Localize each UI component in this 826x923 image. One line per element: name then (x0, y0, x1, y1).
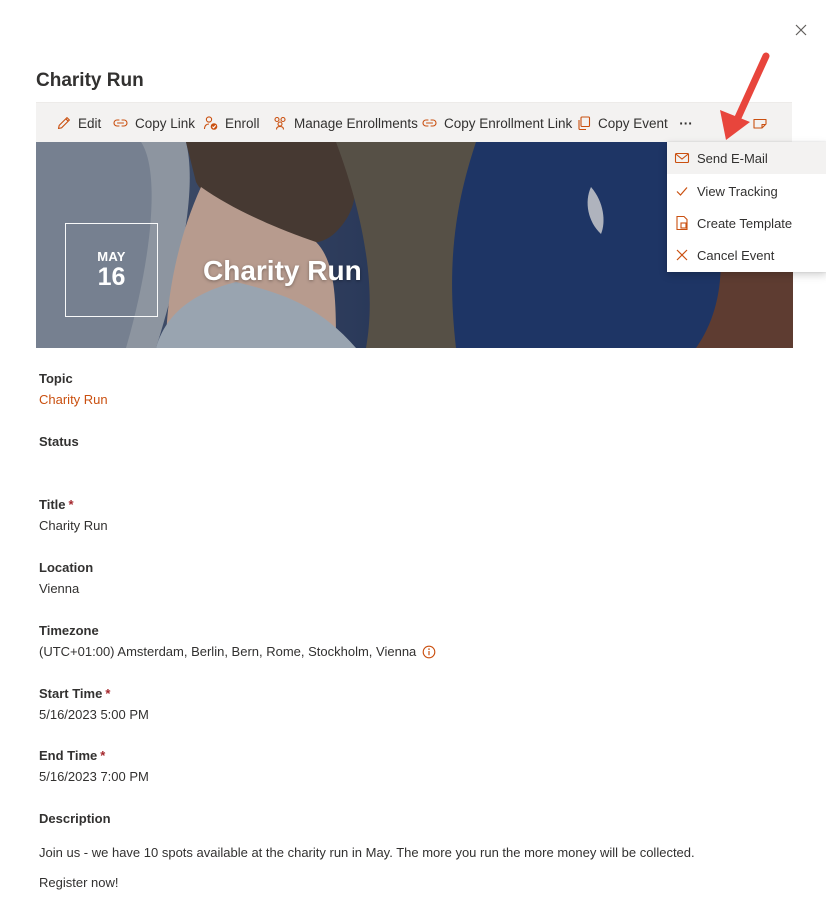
location-value: Vienna (39, 581, 80, 596)
more-icon: ··· (679, 115, 693, 131)
date-day: 16 (97, 263, 126, 291)
timezone-value: (UTC+01:00) Amsterdam, Berlin, Bern, Rom… (39, 644, 417, 659)
title-value: Charity Run (39, 518, 108, 533)
more-actions-menu: Send E-Mail View Tracking Create Templat… (667, 142, 826, 272)
copy-enrollment-link-button[interactable]: Copy Enrollment Link (421, 103, 572, 143)
required-marker: * (105, 686, 111, 701)
command-bar: Edit Copy Link Enroll Manage Enrollments… (36, 102, 792, 142)
person-check-icon (203, 116, 218, 130)
cancel-icon (676, 249, 688, 261)
description-field: Description (39, 810, 111, 828)
timezone-field: Timezone (UTC+01:00) Amsterdam, Berlin, … (39, 622, 436, 661)
description-paragraph: Register now! (39, 875, 119, 890)
page-title: Charity Run (36, 70, 144, 91)
menu-item-label: Create Template (697, 215, 793, 231)
menu-item-label: Cancel Event (697, 247, 775, 263)
topic-label: Topic (39, 371, 73, 386)
pencil-icon (57, 117, 70, 130)
banner-title: Charity Run (203, 255, 362, 286)
copy-link-button[interactable]: Copy Link (112, 103, 195, 143)
link-icon (113, 119, 128, 127)
people-icon (274, 116, 286, 130)
mail-icon (674, 152, 690, 164)
more-button[interactable]: ··· (676, 103, 696, 143)
date-badge: MAY 16 (65, 223, 158, 317)
info-icon[interactable] (422, 645, 436, 659)
end-time-field: End Time * 5/16/2023 7:00 PM (39, 747, 149, 786)
copy-enrollment-link-label: Copy Enrollment Link (444, 115, 573, 131)
enroll-button[interactable]: Enroll (203, 103, 260, 143)
check-icon (676, 187, 688, 196)
topic-field: Topic Charity Run (39, 370, 108, 409)
description-paragraph: Join us - we have 10 spots available at … (39, 845, 695, 860)
status-label: Status (39, 434, 79, 449)
start-time-label: Start Time * (39, 686, 111, 701)
manage-enrollments-label: Manage Enrollments (294, 115, 418, 131)
copy-link-label: Copy Link (135, 115, 196, 131)
copy-event-label: Copy Event (598, 115, 668, 131)
description-label: Description (39, 811, 111, 826)
end-time-label: End Time * (39, 748, 106, 763)
date-month: MAY (97, 249, 126, 264)
location-label: Location (39, 560, 94, 575)
menu-item-label: Send E-Mail (697, 150, 768, 166)
required-marker: * (68, 497, 74, 512)
title-label: Title * (39, 497, 74, 512)
menu-item-create-template[interactable]: Create Template (667, 207, 826, 239)
close-button[interactable] (791, 20, 811, 40)
enroll-label: Enroll (225, 115, 260, 131)
title-field: Title * Charity Run (39, 496, 108, 535)
note-icon (753, 118, 767, 129)
menu-item-send-email[interactable]: Send E-Mail (667, 142, 826, 174)
manage-enrollments-button[interactable]: Manage Enrollments (272, 103, 418, 143)
copy-event-button[interactable]: Copy Event (576, 103, 668, 143)
start-time-value: 5/16/2023 5:00 PM (39, 707, 149, 722)
copy-icon (578, 116, 591, 131)
menu-item-cancel-event[interactable]: Cancel Event (667, 239, 826, 271)
template-icon (676, 215, 688, 231)
end-time-value: 5/16/2023 7:00 PM (39, 769, 149, 784)
required-marker: * (100, 748, 106, 763)
close-icon (795, 24, 807, 36)
status-field: Status (39, 433, 79, 454)
menu-item-view-tracking[interactable]: View Tracking (667, 175, 826, 207)
note-button[interactable] (752, 103, 774, 143)
timezone-label: Timezone (39, 623, 99, 638)
topic-link[interactable]: Charity Run (39, 391, 108, 409)
start-time-field: Start Time * 5/16/2023 5:00 PM (39, 685, 149, 724)
menu-item-label: View Tracking (697, 183, 778, 199)
timezone-value-row: (UTC+01:00) Amsterdam, Berlin, Bern, Rom… (39, 643, 436, 661)
edit-label: Edit (78, 115, 102, 131)
link-icon (422, 119, 437, 127)
edit-button[interactable]: Edit (56, 103, 101, 143)
location-field: Location Vienna (39, 559, 93, 598)
